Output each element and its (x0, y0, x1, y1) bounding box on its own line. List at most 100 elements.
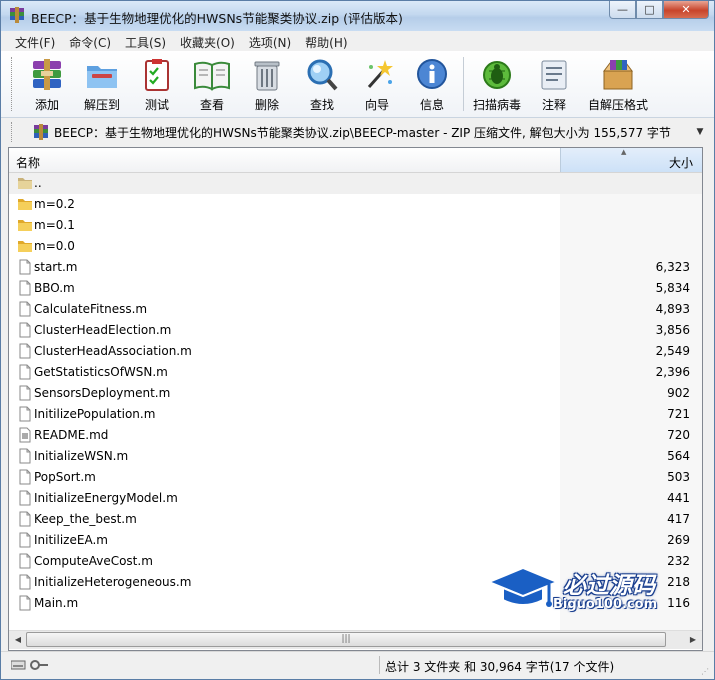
toolbar-separator (463, 57, 464, 111)
folder-row[interactable]: m=0.2 (9, 194, 702, 215)
folder-row[interactable]: .. (9, 173, 702, 194)
file-name: InitializeEnergyModel.m (34, 491, 178, 505)
status-summary: 总计 3 文件夹 和 30,964 字节(17 个文件) (385, 660, 615, 674)
test-button[interactable]: 测试 (129, 55, 185, 113)
file-name: ComputeAveCost.m (34, 554, 153, 568)
scroll-left-icon[interactable]: ◀ (11, 633, 25, 647)
column-name-header[interactable]: 名称 (16, 154, 40, 171)
menu-tools[interactable]: 工具(S) (117, 31, 172, 51)
file-size: 2,396 (655, 365, 690, 379)
add-label: 添加 (34, 98, 59, 112)
folder-row[interactable]: m=0.1 (9, 215, 702, 236)
chevron-down-icon[interactable]: ▼ (693, 123, 707, 141)
winrar-logo-icon (10, 7, 24, 23)
file-name: .. (34, 176, 42, 190)
delete-button[interactable]: 删除 (239, 55, 295, 113)
window-title: BEECP：基于生物地理优化的HWSNs节能聚类协议.zip (评估版本) (31, 11, 403, 26)
menu-commands[interactable]: 命令(C) (61, 31, 117, 51)
find-button[interactable]: 查找 (294, 55, 350, 113)
info-button[interactable]: 信息 (404, 55, 460, 113)
scan-virus-button[interactable]: 扫描病毒 (469, 55, 525, 113)
extract-folder-icon (87, 66, 117, 88)
file-row[interactable]: Keep_the_best.m 417 (9, 509, 702, 530)
add-archive-icon (33, 59, 61, 90)
resize-grip-icon[interactable]: ⋰ (701, 667, 711, 677)
find-label: 查找 (309, 98, 334, 112)
minimize-button[interactable]: — (609, 1, 636, 19)
menu-file[interactable]: 文件(F) (7, 31, 61, 51)
file-row[interactable]: SensorsDeployment.m 902 (9, 383, 702, 404)
file-row[interactable]: start.m 6,323 (9, 257, 702, 278)
trash-icon (254, 61, 280, 91)
view-book-icon (194, 61, 230, 91)
file-name: m=0.2 (34, 197, 75, 211)
toolbar-grip[interactable] (11, 57, 15, 111)
watermark-logo: 必过源码 Biguo100.com (487, 566, 687, 616)
file-row[interactable]: ClusterHeadElection.m 3,856 (9, 320, 702, 341)
scan-virus-label: 扫描病毒 (472, 98, 521, 112)
extract-to-button[interactable]: 解压到 (74, 55, 130, 113)
file-row[interactable]: GetStatisticsOfWSN.m 2,396 (9, 362, 702, 383)
address-grip[interactable] (11, 122, 15, 142)
file-row[interactable]: ClusterHeadAssociation.m 2,549 (9, 341, 702, 362)
file-size: 902 (667, 386, 690, 400)
horizontal-scrollbar[interactable]: ◀ ||| ▶ (9, 630, 702, 649)
comment-button[interactable]: 注释 (526, 55, 582, 113)
file-name: GetStatisticsOfWSN.m (34, 365, 168, 379)
maximize-button[interactable]: □ (636, 1, 663, 19)
file-icon (17, 385, 33, 401)
file-row[interactable]: InitializeWSN.m 564 (9, 446, 702, 467)
file-name: CalculateFitness.m (34, 302, 148, 316)
file-icon (17, 406, 33, 422)
sort-arrow-icon: ▲ (621, 148, 627, 156)
watermark-url: Biguo100.com (553, 597, 658, 612)
text-document-icon (17, 427, 33, 443)
file-name: ClusterHeadElection.m (34, 323, 172, 337)
column-size-label: 大小 (668, 156, 693, 170)
file-name: start.m (34, 260, 78, 274)
file-name: ClusterHeadAssociation.m (34, 344, 192, 358)
extract-to-label: 解压到 (83, 98, 120, 112)
status-divider (379, 656, 380, 674)
file-row[interactable]: PopSort.m 503 (9, 467, 702, 488)
comment-label: 注释 (541, 98, 566, 112)
file-row[interactable]: InitilizeEA.m 269 (9, 530, 702, 551)
file-icon (17, 511, 33, 527)
menu-help[interactable]: 帮助(H) (297, 31, 353, 51)
archive-path-icon (34, 124, 48, 140)
sfx-label: 自解压格式 (588, 98, 649, 112)
file-row[interactable]: BBO.m 5,834 (9, 278, 702, 299)
view-button[interactable]: 查看 (184, 55, 240, 113)
file-name: m=0.1 (34, 218, 75, 232)
menu-options[interactable]: 选项(N) (241, 31, 297, 51)
magnifier-icon (307, 59, 338, 91)
title-bar[interactable]: BEECP：基于生物地理优化的HWSNs节能聚类协议.zip (评估版本) — … (1, 1, 714, 31)
wizard-button[interactable]: 向导 (349, 55, 405, 113)
file-size: 417 (667, 512, 690, 526)
file-size: 503 (667, 470, 690, 484)
info-icon (417, 59, 447, 89)
file-size: 3,856 (655, 323, 690, 337)
file-icon (17, 343, 33, 359)
file-size: 720 (667, 428, 690, 442)
scrollbar-thumb[interactable]: ||| (26, 632, 666, 647)
folder-icon (17, 238, 33, 254)
status-bar: 总计 3 文件夹 和 30,964 字节(17 个文件) ⋰ (1, 651, 714, 679)
close-button[interactable]: ✕ (663, 1, 709, 19)
file-row[interactable]: InitializeEnergyModel.m 441 (9, 488, 702, 509)
file-row[interactable]: CalculateFitness.m 4,893 (9, 299, 702, 320)
menu-favorites[interactable]: 收藏夹(O) (172, 31, 241, 51)
sfx-box-icon (603, 60, 633, 90)
file-row[interactable]: InitilizePopulation.m 721 (9, 404, 702, 425)
add-button[interactable]: 添加 (19, 55, 75, 113)
file-row[interactable]: README.md 720 (9, 425, 702, 446)
address-path-field[interactable]: BEECP：基于生物地理优化的HWSNs节能聚类协议.zip\BEECP-mas… (31, 122, 707, 142)
file-name: InitializeWSN.m (34, 449, 129, 463)
column-size-header[interactable]: ▲ 大小 (560, 148, 702, 172)
folder-row[interactable]: m=0.0 (9, 236, 702, 257)
file-icon (17, 595, 33, 611)
comment-note-icon (541, 60, 567, 90)
toolbar: 添加 解压到 测试 查看 删除 查找 向导 信息 扫描病毒 注释 自解压格式 (1, 51, 714, 118)
scroll-right-icon[interactable]: ▶ (686, 633, 700, 647)
sfx-button[interactable]: 自解压格式 (588, 55, 648, 113)
